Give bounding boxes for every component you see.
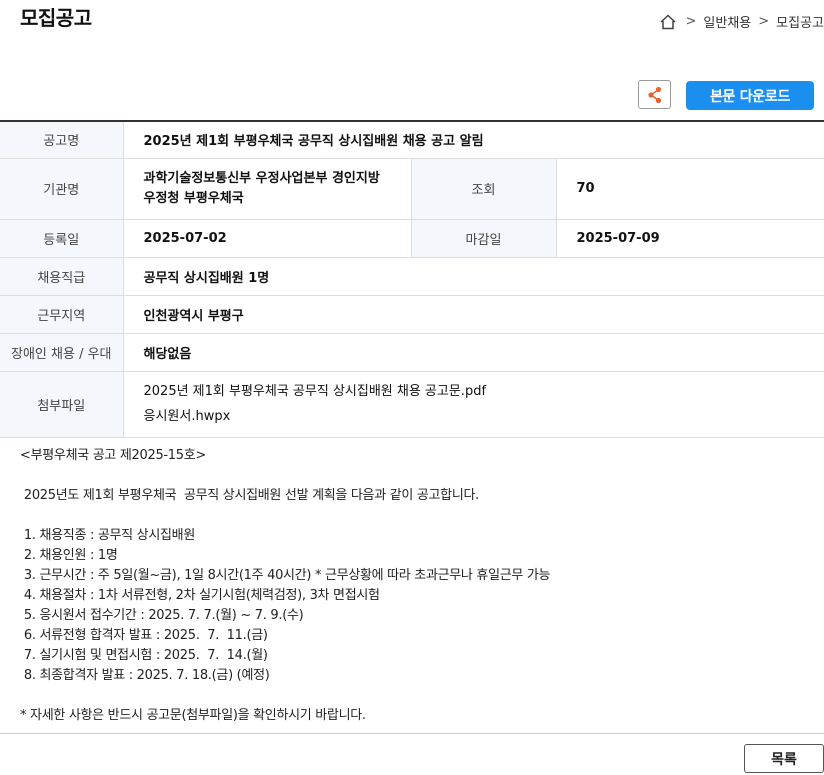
body-line: 1. 채용직종 : 공무직 상시집배원 [20,528,195,543]
disabled-value: 해당없음 [123,333,824,372]
body-line: * 자세한 사항은 반드시 공고문(첨부파일)을 확인하시기 바랍니다. [20,708,366,723]
body-line: 2. 채용인원 : 1명 [20,548,118,563]
deadline-value: 2025-07-09 [556,219,824,258]
breadcrumb-item-general[interactable]: 일반채용 [703,12,751,31]
table-row: 공고명 2025년 제1회 부평우체국 공무직 상시집배원 채용 공고 알림 [0,121,824,159]
breadcrumb-item-current[interactable]: 모집공고 [776,12,824,31]
body-line: 4. 채용절차 : 1차 서류전형, 2차 실기시험(체력검정), 3차 면접시… [20,588,380,603]
views-value: 70 [556,158,824,220]
deadline-label: 마감일 [410,219,557,258]
org-value-line1: 과학기술정보통신부 우정사업본부 경인지방 [143,170,380,186]
home-icon[interactable] [659,13,677,31]
attachment-link-pdf[interactable]: 2025년 제1회 부평우체국 공무직 상시집배원 채용 공고문.pdf [144,379,824,404]
org-value: 과학기술정보통신부 우정사업본부 경인지방 우정청 부평우체국 [123,158,411,220]
breadcrumb-separator: > [758,14,770,29]
files-value: 2025년 제1회 부평우체국 공무직 상시집배원 채용 공고문.pdf 응시원… [123,371,824,438]
download-button[interactable]: 본문 다운로드 [686,81,814,110]
region-label: 근무지역 [0,295,124,334]
org-label: 기관명 [0,158,124,220]
files-label: 첨부파일 [0,371,124,438]
breadcrumb: > 일반채용 > 모집공고 [659,12,824,31]
body-line: 3. 근무시간 : 주 5일(월~금), 1일 8시간(1주 40시간) * 근… [20,568,551,583]
reg-date-value: 2025-07-02 [123,219,411,258]
page-title: 모집공고 [20,6,92,30]
body-line: 5. 응시원서 접수기간 : 2025. 7. 7.(월) ~ 7. 9.(수) [20,608,304,623]
body-line: 7. 실기시험 및 면접시험 : 2025. 7. 14.(월) [20,648,268,663]
share-button[interactable] [638,80,671,109]
table-row: 첨부파일 2025년 제1회 부평우체국 공무직 상시집배원 채용 공고문.pd… [0,371,824,438]
body-line [20,466,810,486]
body-line: 6. 서류전형 합격자 발표 : 2025. 7. 11.(금) [20,628,268,643]
breadcrumb-separator: > [685,14,697,29]
table-row: 장애인 채용 / 우대 해당없음 [0,333,824,372]
share-icon [647,86,661,103]
divider [0,733,824,734]
grade-label: 채용직급 [0,257,124,296]
body-line: 2025년도 제1회 부평우체국 공무직 상시집배원 선발 계획을 다음과 같이… [20,488,479,503]
notice-info-table: 공고명 2025년 제1회 부평우체국 공무직 상시집배원 채용 공고 알림 기… [0,120,824,438]
body-line [20,506,810,526]
title-label: 공고명 [0,121,124,159]
title-value: 2025년 제1회 부평우체국 공무직 상시집배원 채용 공고 알림 [123,121,824,159]
disabled-label: 장애인 채용 / 우대 [0,333,124,372]
notice-body: <부평우체국 공고 제2025-15호> 2025년도 제1회 부평우체국 공무… [20,446,810,726]
list-button[interactable]: 목록 [744,744,824,773]
views-label: 조회 [410,158,557,220]
body-line: 8. 최종합격자 발표 : 2025. 7. 18.(금) (예정) [20,668,270,683]
table-row: 기관명 과학기술정보통신부 우정사업본부 경인지방 우정청 부평우체국 조회 7… [0,158,824,220]
attachment-link-hwpx[interactable]: 응시원서.hwpx [144,404,824,429]
body-line [20,686,810,706]
table-row: 채용직급 공무직 상시집배원 1명 [0,257,824,296]
table-row: 근무지역 인천광역시 부평구 [0,295,824,334]
table-row: 등록일 2025-07-02 마감일 2025-07-09 [0,219,824,258]
region-value: 인천광역시 부평구 [123,295,824,334]
reg-date-label: 등록일 [0,219,124,258]
body-line: <부평우체국 공고 제2025-15호> [20,448,207,463]
grade-value: 공무직 상시집배원 1명 [123,257,824,296]
org-value-line2: 우정청 부평우체국 [143,190,244,206]
